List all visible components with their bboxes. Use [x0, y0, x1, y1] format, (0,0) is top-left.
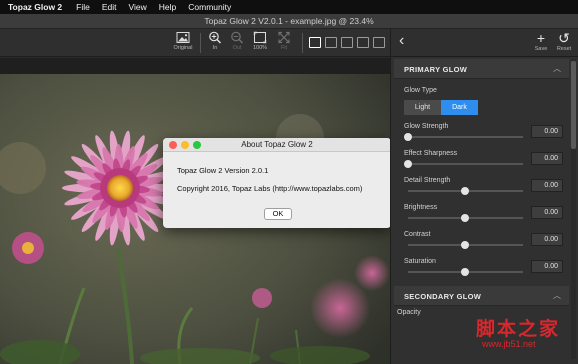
dialog-title-bar: About Topaz Glow 2 [163, 138, 391, 152]
primary-glow-title: PRIMARY GLOW [404, 65, 468, 74]
reset-label: Reset [556, 46, 572, 52]
minimize-window-button[interactable] [181, 141, 189, 149]
back-chevron-icon[interactable]: ‹ [399, 33, 404, 49]
effect-sharpness-slider-thumb[interactable] [404, 160, 412, 168]
contrast-value[interactable]: 0.00 [531, 233, 563, 246]
glow-strength-value[interactable]: 0.00 [531, 125, 563, 138]
zoom-window-button[interactable] [193, 141, 201, 149]
reset-icon: ↺ [558, 30, 570, 46]
toolbar-divider [200, 33, 201, 53]
detail-strength-label: Detail Strength [404, 177, 451, 184]
detail-strength-value[interactable]: 0.00 [531, 179, 563, 192]
brightness-slider[interactable] [408, 214, 523, 222]
glow-type-label: Glow Type [404, 87, 437, 94]
watermark-text: 脚本之家 [476, 318, 561, 340]
menu-app-name[interactable]: Topaz Glow 2 [8, 0, 62, 14]
fit-icon [278, 31, 290, 44]
save-label: Save [534, 46, 548, 52]
site-watermark: 脚本之家 www.jb51.net [460, 314, 578, 364]
toolbar: Original In Out 100% Fit [0, 29, 390, 57]
chevron-up-icon: ︿ [553, 291, 561, 300]
about-dialog: About Topaz Glow 2 Topaz Glow 2 Version … [163, 138, 391, 228]
original-button[interactable]: Original [170, 31, 196, 55]
glow-type-dark-button[interactable]: Dark [441, 100, 478, 115]
save-button[interactable]: + Save [530, 30, 552, 53]
contrast-slider[interactable] [408, 241, 523, 249]
saturation-slider-thumb[interactable] [461, 268, 469, 276]
scrollbar-thumb[interactable] [571, 61, 576, 149]
secondary-glow-title: SECONDARY GLOW [404, 292, 482, 301]
menu-bar: Topaz Glow 2 File Edit View Help Communi… [0, 0, 578, 14]
menu-file[interactable]: File [76, 0, 90, 14]
side-by-side-view-button[interactable] [341, 37, 353, 48]
glow-strength-slider-thumb[interactable] [404, 133, 412, 141]
effect-sharpness-value[interactable]: 0.00 [531, 152, 563, 165]
window-title-bar: Topaz Glow 2 V2.0.1 - example.jpg @ 23.4… [0, 14, 578, 29]
glow-type-light-button[interactable]: Light [404, 100, 441, 115]
menu-edit[interactable]: Edit [102, 0, 117, 14]
brightness-value[interactable]: 0.00 [531, 206, 563, 219]
fit-label: Fit [280, 45, 288, 51]
split-view-button[interactable] [325, 37, 337, 48]
contrast-label: Contrast [404, 231, 431, 238]
window-title: Topaz Glow 2 V2.0.1 - example.jpg @ 23.4… [204, 16, 374, 26]
primary-glow-header[interactable]: PRIMARY GLOW ︿ [394, 59, 569, 79]
saturation-slider[interactable] [408, 268, 523, 276]
menu-community[interactable]: Community [188, 0, 231, 14]
glow-strength-slider[interactable] [404, 133, 523, 141]
detail-strength-slider[interactable] [408, 187, 523, 195]
dialog-copyright-text: Copyright 2016, Topaz Labs (http://www.t… [177, 184, 363, 193]
saturation-label: Saturation [404, 258, 436, 265]
dialog-title: About Topaz Glow 2 [241, 140, 313, 149]
quad-view-button[interactable] [373, 37, 385, 48]
close-window-button[interactable] [169, 141, 177, 149]
zoom-100-button[interactable]: 100% [247, 31, 273, 55]
opacity-label: Opacity [397, 309, 421, 316]
detail-strength-slider-thumb[interactable] [461, 187, 469, 195]
dialog-version-text: Topaz Glow 2 Version 2.0.1 [177, 166, 269, 175]
zoom-100-label: 100% [252, 45, 268, 51]
original-label: Original [173, 45, 193, 51]
glow-type-toggle: Light Dark [404, 100, 478, 115]
secondary-glow-header[interactable]: SECONDARY GLOW ︿ [394, 286, 569, 306]
stacked-view-button[interactable] [357, 37, 369, 48]
brightness-slider-thumb[interactable] [461, 214, 469, 222]
plus-icon: + [536, 30, 546, 46]
watermark-url: www.jb51.net [482, 339, 536, 349]
single-view-button[interactable] [309, 37, 321, 48]
menu-view[interactable]: View [129, 0, 147, 14]
saturation-value[interactable]: 0.00 [531, 260, 563, 273]
brightness-label: Brightness [404, 204, 438, 211]
effect-sharpness-slider[interactable] [404, 160, 523, 168]
chevron-up-icon: ︿ [553, 64, 561, 73]
zoom-in-icon [209, 31, 222, 44]
panel-toolbar: ‹ + Save ↺ Reset [391, 29, 578, 57]
image-icon [176, 32, 190, 43]
menu-help[interactable]: Help [159, 0, 176, 14]
reset-button[interactable]: ↺ Reset [553, 30, 575, 53]
contrast-slider-thumb[interactable] [461, 241, 469, 249]
toolbar-divider [302, 33, 303, 53]
zoom-out-icon [231, 31, 244, 44]
actual-size-icon [253, 31, 267, 44]
effect-sharpness-label: Effect Sharpness [404, 150, 458, 157]
fit-button[interactable]: Fit [271, 31, 297, 55]
ok-button[interactable]: OK [264, 208, 292, 220]
glow-strength-label: Glow Strength [404, 123, 449, 130]
